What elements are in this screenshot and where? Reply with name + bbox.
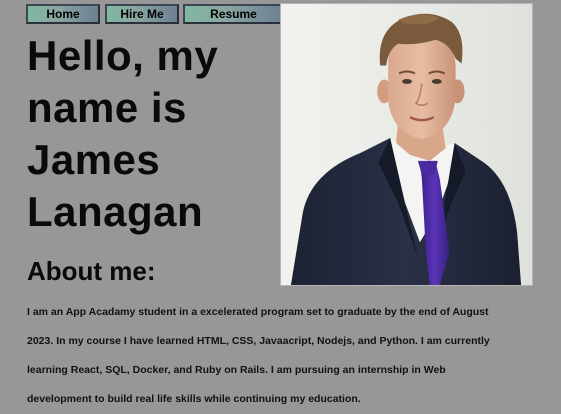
profile-photo bbox=[280, 3, 533, 286]
about-paragraph: I am an App Acadamy student in a exceler… bbox=[27, 306, 490, 405]
profile-photo-illustration bbox=[281, 4, 532, 285]
resume-button[interactable]: Resume bbox=[183, 4, 284, 24]
hire-me-button[interactable]: Hire Me bbox=[105, 4, 179, 24]
about-heading: About me: bbox=[27, 256, 156, 286]
home-button[interactable]: Home bbox=[26, 4, 100, 24]
hero-title: Hello, my name is James Lanagan bbox=[27, 32, 219, 235]
